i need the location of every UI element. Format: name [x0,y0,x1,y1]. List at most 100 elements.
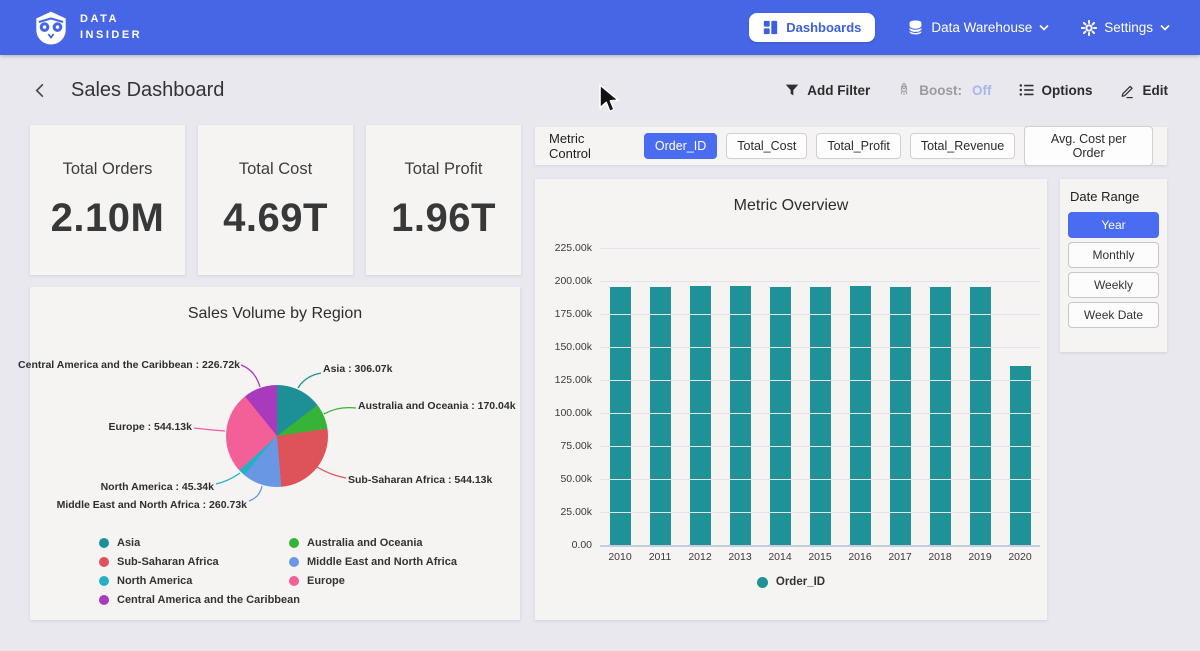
bar-x-axis: 2010201120122013201420152016201720182019… [600,551,1040,563]
add-filter-button[interactable]: Add Filter [784,82,870,98]
data-warehouse-menu[interactable]: Data Warehouse [907,19,1049,36]
pie-legend-item[interactable]: Europe [289,575,457,587]
edit-button[interactable]: Edit [1119,82,1169,99]
gear-icon [1081,20,1097,36]
pie-chart-title: Sales Volume by Region [30,305,520,323]
metric-button-order-id[interactable]: Order_ID [644,133,717,159]
bar-slot [1000,248,1040,545]
pie-slice-label-sub-saharan-africa: Sub-Saharan Africa : 544.13k [348,474,492,486]
dashboards-button[interactable]: Dashboards [749,13,875,42]
header-actions: Add Filter Boost:Off Options [784,82,1168,99]
pie-legend-column: Australia and Oceania Middle East and Nor… [289,537,457,606]
legend-label: Central America and the Caribbean [117,594,300,606]
bar-slot [720,248,760,545]
boost-toggle[interactable]: Boost:Off [896,82,991,98]
pie-legend-item[interactable]: Central America and the Caribbean [99,594,289,606]
bar-2016[interactable] [850,286,871,545]
gridline [600,446,1040,447]
page-title: Sales Dashboard [71,79,224,102]
pie-slice-label-europe: Europe : 544.13k [109,421,192,433]
legend-dot [99,538,109,548]
bar-2014[interactable] [770,287,791,545]
add-filter-label: Add Filter [807,83,870,98]
kpi-row: Total Orders 2.10M Total Cost 4.69T Tota… [30,125,521,275]
gridline [600,281,1040,282]
top-navbar: DATA INSIDER Dashboards D [0,0,1200,55]
date-range-button-monthly[interactable]: Monthly [1068,242,1159,268]
bar-slot [960,248,1000,545]
y-tick-label: 75.00k [560,440,592,452]
bar-2015[interactable] [810,287,831,545]
pie-legend-column: Asia Sub-Saharan Africa North America Centr… [99,537,289,606]
boost-label: Boost: [919,83,962,98]
y-tick-label: 150.00k [555,341,592,353]
brand-logo[interactable]: DATA INSIDER [32,9,142,47]
metric-button-avg-cost-per-order[interactable]: Avg. Cost per Order [1024,126,1153,166]
bar-2011[interactable] [650,287,671,545]
pie-legend-item[interactable]: Sub-Saharan Africa [99,556,289,568]
pie-legend-item[interactable]: Asia [99,537,289,549]
brand-line1: DATA [80,12,142,27]
pie-legend-item[interactable]: Australia and Oceania [289,537,457,549]
y-tick-label: 100.00k [555,407,592,419]
metric-button-total-revenue[interactable]: Total_Revenue [910,133,1015,159]
date-range-button-weekly[interactable]: Weekly [1068,272,1159,298]
legend-dot [99,595,109,605]
chevron-down-icon [1160,24,1170,31]
database-icon [907,19,924,36]
settings-menu[interactable]: Settings [1081,20,1170,36]
metric-button-total-profit[interactable]: Total_Profit [816,133,901,159]
bar-plot-area [600,248,1040,547]
bar-slot [800,248,840,545]
pie-graphic[interactable] [226,385,328,487]
options-button[interactable]: Options [1018,82,1093,98]
bar-y-axis: 0.0025.00k50.00k75.00k100.00k125.00k150.… [535,248,592,545]
app-screen: DATA INSIDER Dashboards D [0,0,1200,651]
legend-label: Order_ID [776,576,825,588]
chevron-left-icon [32,81,49,100]
bar-2012[interactable] [690,286,711,545]
bar-2018[interactable] [930,287,951,545]
metric-button-total-cost[interactable]: Total_Cost [726,133,807,159]
kpi-value: 2.10M [51,196,165,241]
kpi-card-total-orders: Total Orders 2.10M [30,125,185,275]
gridline [600,413,1040,414]
kpi-card-total-cost: Total Cost 4.69T [198,125,353,275]
data-warehouse-label: Data Warehouse [931,20,1032,35]
bar-2010[interactable] [610,287,631,545]
metric-control-label: Metric Control [549,131,627,161]
bar-2017[interactable] [890,287,911,545]
x-tick-label: 2016 [840,551,880,563]
kpi-label: Total Cost [239,160,312,179]
date-range-button-year[interactable]: Year [1068,212,1159,238]
pie-slice-label-central-america: Central America and the Caribbean : 226.… [18,359,240,371]
date-range-panel: Date Range Year Monthly Weekly Week Date [1060,179,1167,352]
bar-legend[interactable]: Order_ID [535,576,1047,588]
bar-2020[interactable] [1010,366,1031,545]
back-button[interactable] [32,81,49,100]
list-icon [1018,82,1035,98]
filter-icon [784,82,800,98]
date-range-button-week-date[interactable]: Week Date [1068,302,1159,328]
y-tick-label: 125.00k [555,374,592,386]
gridline [600,512,1040,513]
legend-dot [757,577,768,588]
legend-dot [99,576,109,586]
pie-slice-label-asia: Asia : 306.07k [323,363,392,375]
pie-legend: Asia Sub-Saharan Africa North America Centr… [99,537,457,606]
settings-label: Settings [1104,20,1153,35]
kpi-label: Total Profit [405,160,483,179]
pie-legend-item[interactable]: North America [99,575,289,587]
y-tick-label: 200.00k [555,275,592,287]
x-tick-label: 2010 [600,551,640,563]
pie-legend-item[interactable]: Middle East and North Africa [289,556,457,568]
navbar-menu: Dashboards Data Warehouse [749,13,1170,42]
options-label: Options [1042,83,1093,98]
kpi-label: Total Orders [63,160,153,179]
bar-chart-card: Metric Overview 0.0025.00k50.00k75.00k10… [535,179,1047,620]
bar-2019[interactable] [970,287,991,545]
bar-slot [680,248,720,545]
pie-slice-label-australia-oceania: Australia and Oceania : 170.04k [358,400,516,412]
bar-2013[interactable] [730,286,751,545]
x-tick-label: 2015 [800,551,840,563]
